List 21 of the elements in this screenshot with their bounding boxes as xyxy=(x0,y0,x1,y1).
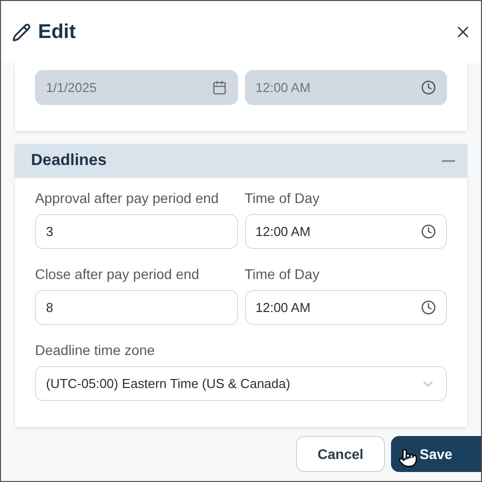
pencil-icon xyxy=(12,22,31,42)
field-label: Approval after pay period end xyxy=(35,189,220,208)
cursor-icon xyxy=(398,447,418,469)
section-title: Deadlines xyxy=(31,151,107,171)
cancel-button[interactable]: Cancel xyxy=(296,436,385,472)
input-field[interactable]: 8 xyxy=(35,290,238,325)
section-header[interactable]: Deadlines xyxy=(15,144,467,178)
clock-icon xyxy=(421,224,436,239)
save-button[interactable]: Save xyxy=(391,436,481,472)
window-title: Edit xyxy=(38,20,76,45)
input-field[interactable]: 12:00 AM xyxy=(244,214,447,249)
dropdown-field[interactable]: (UTC-05:00) Eastern Time (US & Canada) xyxy=(35,366,447,401)
input-field[interactable]: 12:00 AM xyxy=(244,290,447,325)
field-label: Time of Day xyxy=(244,265,320,284)
clock-icon xyxy=(421,80,436,95)
field-label: Time of Day xyxy=(244,189,320,208)
input-field[interactable]: 3 xyxy=(35,214,238,249)
clock-icon xyxy=(421,300,436,315)
calendar-icon xyxy=(212,80,226,95)
field-label: Deadline time zone xyxy=(35,341,156,360)
field-label: Close after pay period end xyxy=(35,265,200,284)
